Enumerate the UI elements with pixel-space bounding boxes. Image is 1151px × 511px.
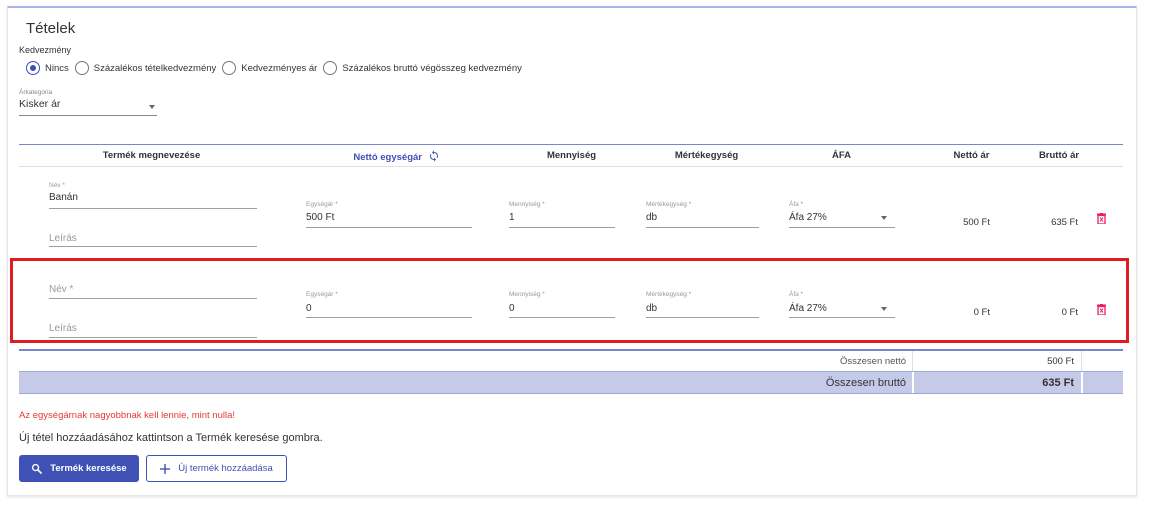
totals-divider	[19, 349, 1123, 351]
totals-column-divider	[912, 351, 913, 371]
refresh-icon[interactable]	[428, 150, 440, 162]
total-bar-divider	[1081, 372, 1083, 393]
radio-discount-percent-total[interactable]: Százalékos bruttó végösszeg kedvezmény	[323, 61, 522, 75]
total-net-label: Összesen nettó	[839, 356, 906, 367]
radio-label: Százalékos tételkedvezmény	[93, 62, 217, 74]
error-message: Az egységárnak nagyobbnak kell lennie, m…	[19, 410, 235, 421]
net-price-value: 500 Ft	[963, 217, 990, 228]
radio-unchecked-icon	[222, 61, 237, 75]
price-category-label: Árkategória	[19, 89, 53, 96]
delete-icon[interactable]	[1097, 213, 1106, 224]
description-underline	[49, 246, 257, 247]
header-net-unit-price[interactable]: Nettó egységár	[284, 150, 509, 163]
unit-price-underline	[306, 227, 472, 228]
name-label: Név *	[49, 182, 65, 189]
unit-underline	[646, 227, 759, 228]
header-net-price: Nettó ár	[953, 150, 990, 161]
price-category-select[interactable]: Árkategória Kisker ár	[19, 89, 157, 116]
discount-radio-group: Nincs Százalékos tételkedvezmény Kedvezm…	[26, 60, 528, 76]
search-icon	[32, 463, 43, 474]
radio-unchecked-icon	[74, 61, 89, 75]
vat-label: Áfa *	[789, 201, 804, 208]
items-card	[7, 6, 1137, 496]
radio-label: Kedvezményes ár	[241, 62, 318, 74]
header-quantity: Mennyiség	[546, 150, 597, 161]
totals-column-divider	[1081, 351, 1082, 371]
quantity-input[interactable]: 1	[509, 212, 515, 223]
description-input[interactable]: Leírás	[49, 233, 77, 244]
vat-underline	[789, 227, 895, 228]
select-underline	[19, 115, 157, 116]
total-net-value: 500 Ft	[1047, 356, 1074, 367]
header-gross-price: Bruttó ár	[1038, 150, 1080, 161]
add-new-product-button[interactable]: Új termék hozzáadása	[146, 455, 287, 482]
total-gross-label: Összesen bruttó	[825, 377, 906, 389]
table-header: Termék megnevezése Nettó egységár Mennyi…	[19, 144, 1123, 167]
plus-icon	[160, 463, 171, 474]
radio-checked-icon	[26, 61, 40, 75]
gross-price-value: 635 Ft	[1051, 217, 1078, 228]
radio-unchecked-icon	[323, 61, 338, 75]
radio-discount-percent-item[interactable]: Százalékos tételkedvezmény	[74, 61, 217, 75]
chevron-down-icon	[149, 105, 155, 109]
vat-value: Áfa 27%	[789, 212, 827, 223]
discount-label: Kedvezmény	[19, 45, 72, 55]
section-title: Tételek	[26, 20, 76, 37]
header-unit: Mértékegység	[674, 150, 739, 161]
unit-input[interactable]: db	[646, 212, 657, 223]
radio-label: Nincs	[45, 62, 69, 74]
header-vat: ÁFA	[832, 150, 851, 161]
radio-discount-none[interactable]: Nincs	[26, 61, 69, 75]
name-underline	[49, 208, 257, 209]
error-row-highlight	[10, 258, 1129, 343]
unit-price-input[interactable]: 500 Ft	[306, 212, 334, 223]
total-gross-value: 635 Ft	[1042, 377, 1074, 389]
radio-discount-price[interactable]: Kedvezményes ár	[222, 61, 317, 75]
unit-label: Mértékegység *	[646, 201, 692, 208]
header-product-name: Termék megnevezése	[102, 150, 201, 161]
search-product-label: Termék keresése	[50, 463, 127, 474]
total-gross-bar	[19, 371, 1123, 394]
add-new-product-label: Új termék hozzáadása	[178, 463, 273, 474]
search-product-button[interactable]: Termék keresése	[19, 455, 139, 482]
price-category-value: Kisker ár	[19, 98, 61, 110]
radio-label: Százalékos bruttó végösszeg kedvezmény	[342, 62, 522, 74]
quantity-label: Mennyiség *	[509, 201, 545, 208]
total-bar-divider	[912, 372, 914, 393]
quantity-underline	[509, 227, 615, 228]
unit-price-label: Egységár *	[306, 201, 338, 208]
name-input[interactable]: Banán	[49, 192, 78, 203]
chevron-down-icon	[881, 216, 887, 220]
hint-text: Új tétel hozzáadásához kattintson a Term…	[19, 432, 323, 444]
